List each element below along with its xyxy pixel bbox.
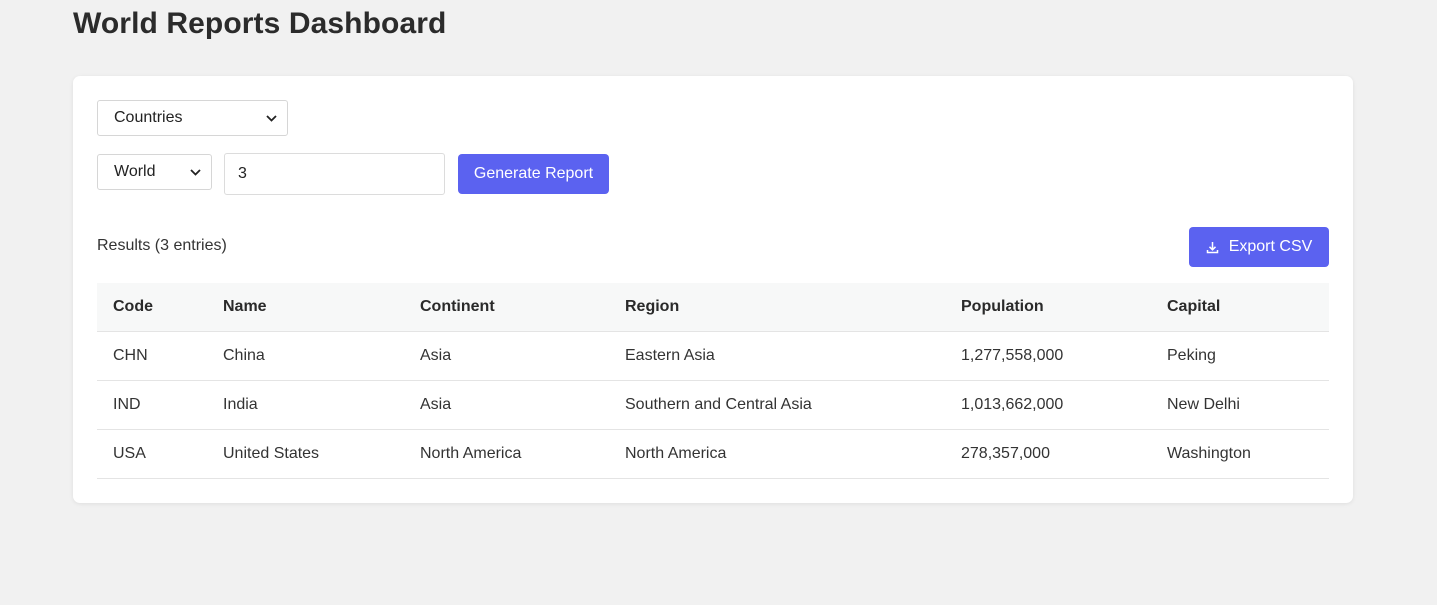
results-table: Code Name Continent Region Population Ca… bbox=[97, 283, 1329, 479]
cell-continent: North America bbox=[420, 445, 522, 462]
cell-code: IND bbox=[113, 396, 141, 413]
table-row: IND India Asia Southern and Central Asia… bbox=[97, 381, 1329, 430]
cell-name: United States bbox=[223, 445, 320, 462]
cell-name: India bbox=[223, 396, 258, 413]
table-header: Code Name Continent Region Population Ca… bbox=[97, 283, 1329, 332]
generate-report-label: Generate Report bbox=[473, 165, 594, 182]
export-csv-button[interactable]: Export CSV bbox=[1189, 227, 1329, 267]
chevron-down-icon bbox=[266, 111, 277, 125]
header-name[interactable]: Name bbox=[207, 298, 404, 316]
cell-code: USA bbox=[113, 445, 146, 462]
count-input-value: 3 bbox=[238, 165, 247, 182]
table-row: CHN China Asia Eastern Asia 1,277,558,00… bbox=[97, 332, 1329, 381]
download-icon bbox=[1206, 241, 1218, 253]
chevron-down-icon bbox=[190, 165, 201, 179]
cell-continent: Asia bbox=[420, 347, 452, 364]
report-card: Countries World 3 Generate Report Result… bbox=[73, 76, 1353, 503]
header-capital[interactable]: Capital bbox=[1151, 298, 1329, 316]
cell-capital: Peking bbox=[1167, 347, 1216, 364]
scope-select[interactable]: World bbox=[97, 154, 212, 190]
cell-region: North America bbox=[625, 445, 727, 462]
results-count-label: Results (3 entries) bbox=[97, 237, 227, 254]
header-region[interactable]: Region bbox=[609, 298, 945, 316]
generate-report-button[interactable]: Generate Report bbox=[458, 154, 609, 194]
cell-continent: Asia bbox=[420, 396, 452, 413]
table-row: USA United States North America North Am… bbox=[97, 430, 1329, 479]
report-type-select[interactable]: Countries bbox=[97, 100, 288, 136]
cell-population: 278,357,000 bbox=[961, 445, 1050, 462]
report-type-value: Countries bbox=[114, 109, 183, 126]
export-csv-label: Export CSV bbox=[1228, 238, 1313, 255]
cell-code: CHN bbox=[113, 347, 148, 364]
cell-capital: New Delhi bbox=[1167, 396, 1240, 413]
page-title: World Reports Dashboard bbox=[73, 7, 447, 40]
cell-population: 1,013,662,000 bbox=[961, 396, 1064, 413]
header-continent[interactable]: Continent bbox=[404, 298, 609, 316]
cell-capital: Washington bbox=[1167, 445, 1251, 462]
header-population[interactable]: Population bbox=[945, 298, 1151, 316]
header-code[interactable]: Code bbox=[97, 298, 207, 316]
scope-value: World bbox=[114, 163, 156, 180]
cell-name: China bbox=[223, 347, 265, 364]
cell-region: Eastern Asia bbox=[625, 347, 715, 364]
count-input[interactable]: 3 bbox=[224, 153, 445, 195]
cell-region: Southern and Central Asia bbox=[625, 396, 812, 413]
cell-population: 1,277,558,000 bbox=[961, 347, 1064, 364]
